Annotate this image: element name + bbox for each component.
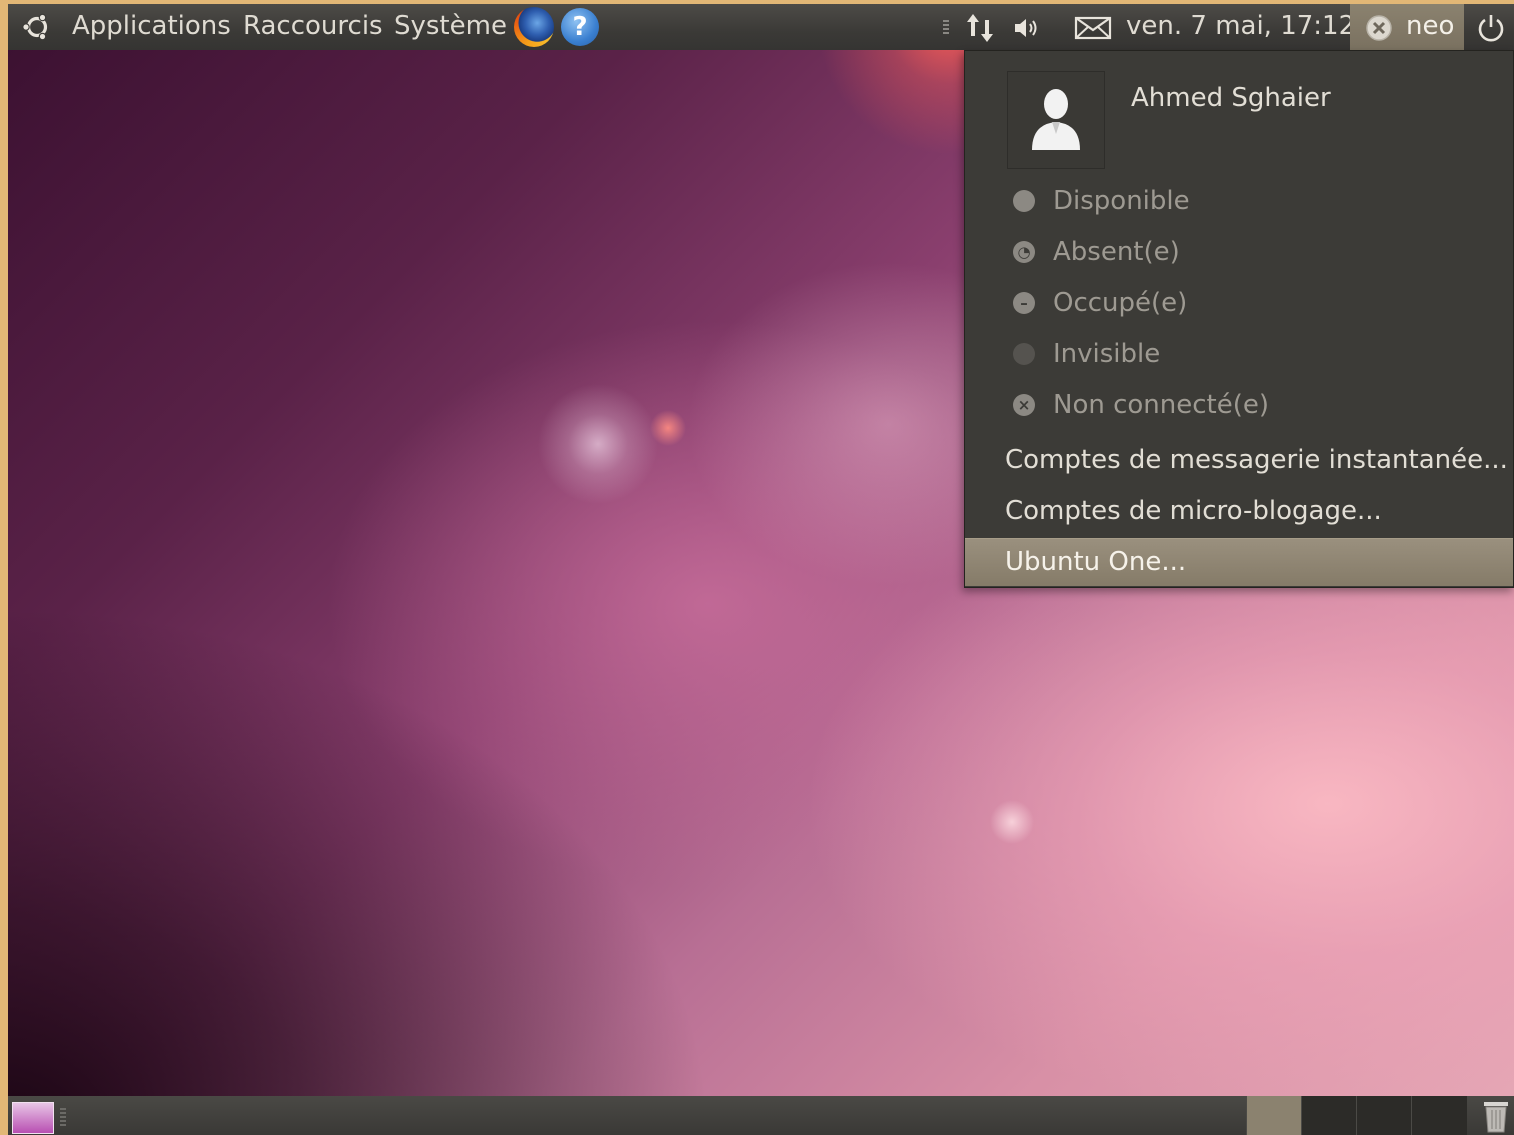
menu-raccourcis[interactable]: Raccourcis	[243, 4, 383, 50]
status-menu: Ahmed Sghaier Disponible ◔ Absent(e) – O…	[964, 50, 1514, 588]
invisible-icon	[1013, 343, 1035, 365]
power-icon[interactable]	[1476, 13, 1506, 43]
firefox-icon[interactable]	[514, 7, 554, 47]
volume-icon[interactable]	[1012, 16, 1042, 40]
bottom-panel	[8, 1096, 1514, 1135]
workspace-2[interactable]	[1301, 1096, 1357, 1135]
offline-status-icon	[1366, 15, 1392, 41]
help-icon[interactable]: ?	[561, 8, 599, 46]
available-icon	[1013, 190, 1035, 212]
panel-handle	[943, 20, 949, 34]
user-label: neo	[1406, 11, 1455, 41]
menu-systeme[interactable]: Système	[394, 4, 507, 50]
user-avatar-icon	[1032, 89, 1080, 150]
top-panel: Applications Raccourcis Système ? ven. 7…	[8, 4, 1514, 50]
status-label: Invisible	[1053, 339, 1161, 369]
panel-handle	[60, 1108, 66, 1126]
mail-envelope-icon[interactable]	[1074, 16, 1112, 40]
status-label: Occupé(e)	[1053, 288, 1188, 318]
offline-icon: ×	[1013, 394, 1035, 416]
away-icon: ◔	[1013, 241, 1035, 263]
menu-item-im-accounts[interactable]: Comptes de messagerie instantanée...	[965, 437, 1513, 485]
workspace-4[interactable]	[1411, 1096, 1467, 1135]
menu-item-microblog-accounts[interactable]: Comptes de micro-blogage...	[965, 488, 1513, 536]
clock[interactable]: ven. 7 mai, 17:12	[1126, 4, 1355, 50]
workspace-1[interactable]	[1246, 1096, 1302, 1135]
trash-icon[interactable]	[1480, 1098, 1512, 1134]
status-label: Absent(e)	[1053, 237, 1180, 267]
desktop-screen: Applications Raccourcis Système ? ven. 7…	[8, 4, 1514, 1135]
busy-icon: –	[1013, 292, 1035, 314]
menu-applications[interactable]: Applications	[72, 4, 231, 50]
user-full-name: Ahmed Sghaier	[1131, 83, 1331, 113]
avatar	[1007, 71, 1105, 169]
workspace-3[interactable]	[1356, 1096, 1412, 1135]
network-updown-icon[interactable]	[964, 12, 998, 44]
menu-item-ubuntu-one[interactable]: Ubuntu One...	[965, 538, 1513, 586]
status-label: Non connecté(e)	[1053, 390, 1270, 420]
status-label: Disponible	[1053, 186, 1190, 216]
show-desktop-button[interactable]	[12, 1102, 54, 1134]
me-menu-button[interactable]: neo	[1350, 4, 1464, 50]
ubuntu-logo-icon[interactable]	[22, 12, 52, 42]
